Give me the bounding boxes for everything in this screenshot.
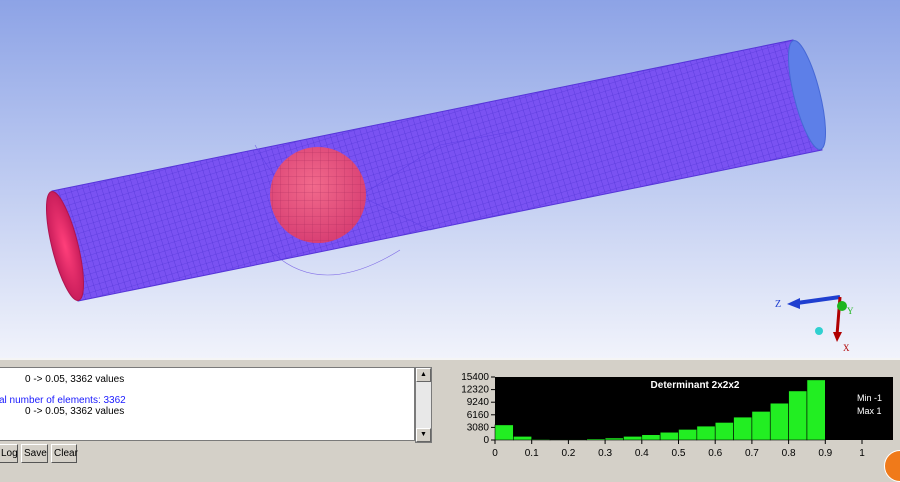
x-tick-label: 1 [859,448,865,459]
histogram-bar [586,438,606,441]
histogram-panel: 15400 12320 9240 6160 3080 0 0 0.1 0.2 0.3 0.4 0.5 0… [440,360,900,472]
histogram-bar [641,434,661,441]
x-tick-label: 0.8 [782,448,796,459]
axis-label-x: X [843,343,850,353]
histogram-title: Determinant 2x2x2 [651,380,740,391]
histogram-bar [769,402,789,441]
axis-label-z: Z [775,299,782,310]
histogram-chart: 15400 123209240 61603080 00 0.1 0.2 0.3 0.4 0.5 0… [461,372,893,459]
y-tick-label: 15400 [461,372,489,383]
y-tick-label: 6160 [467,410,490,421]
message-scrollbar[interactable]: ▲ ▼ [415,367,432,443]
histogram-bar [513,436,532,441]
y-tick-label: 3080 [467,422,490,433]
histogram-bar [531,438,551,441]
bottom-panel: 0 -> 0.05, 3362 values al number of elem… [0,358,900,472]
x-tick-label: 0.3 [598,448,612,459]
3d-viewport[interactable]: Z Y X [0,0,900,358]
histogram-bar [549,439,569,441]
log-button[interactable]: Log [0,444,18,463]
histogram-max-label: Max 1 [857,406,882,416]
message-line: al number of elements: 3362 [0,395,126,406]
histogram-bar [751,411,771,441]
x-tick-label: 0.9 [818,448,832,459]
histogram-min-label: Min -1 [857,393,882,403]
histogram-bar [788,390,808,441]
histogram-bar [678,429,698,441]
histogram-bar [568,439,588,441]
x-tick-label: 0.4 [635,448,649,459]
x-tick-label: 0.1 [525,448,539,459]
histogram-bar [696,425,716,441]
scroll-up-button[interactable]: ▲ [416,368,431,382]
mesh-render [45,39,847,342]
histogram-bar [659,431,679,441]
histogram-bar [623,436,643,441]
histogram-bar [733,416,753,441]
histogram-bar [494,424,514,441]
x-tick-label: 0.5 [672,448,686,459]
x-tick-label: 0.6 [708,448,722,459]
y-tick-label: 12320 [461,385,489,396]
histogram-bar [806,379,826,441]
message-line: 0 -> 0.05, 3362 values [25,374,125,385]
scroll-down-button[interactable]: ▼ [416,428,431,442]
message-line: 0 -> 0.05, 3362 values [25,406,125,417]
histogram-bar [714,422,734,441]
histogram-bar [604,437,624,441]
save-button[interactable]: Save [21,444,48,463]
x-tick-label: 0.7 [745,448,759,459]
y-tick-label: 0 [483,435,489,446]
clear-button[interactable]: Clear [51,444,78,463]
message-log[interactable]: 0 -> 0.05, 3362 values al number of elem… [0,367,415,441]
x-tick-label: 0 [492,448,498,459]
axis-label-y: Y [847,306,854,316]
x-tick-label: 0.2 [561,448,575,459]
tube-body [51,39,823,302]
axis-triad [787,295,847,342]
y-tick-label: 9240 [467,397,490,408]
